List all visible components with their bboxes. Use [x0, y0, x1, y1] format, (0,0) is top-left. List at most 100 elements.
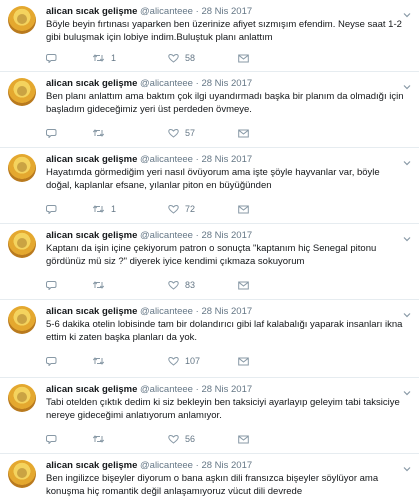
retweet-button[interactable] [92, 280, 150, 290]
direct-message-button[interactable] [238, 435, 258, 444]
direct-message-button[interactable] [238, 54, 258, 63]
separator: · [195, 306, 199, 317]
tweet-header: alican sıcak gelişme @alicanteee · 28 Ni… [46, 383, 413, 396]
retweet-button[interactable] [92, 434, 150, 444]
direct-message-button[interactable] [238, 281, 258, 290]
tweet[interactable]: alican sıcak gelişme @alicanteee · 28 Ni… [0, 72, 419, 148]
like-count: 58 [185, 53, 196, 63]
envelope-icon [238, 129, 249, 137]
avatar[interactable] [8, 6, 36, 34]
chevron-down-icon[interactable] [403, 230, 411, 242]
user-handle[interactable]: @alicanteee [140, 78, 193, 89]
heart-icon [168, 280, 179, 290]
user-handle[interactable]: @alicanteee [140, 6, 193, 17]
retweet-button[interactable]: 1 [92, 204, 150, 214]
tweet-text: Ben ingilizce bişeyler diyorum o bana aş… [46, 473, 379, 497]
avatar[interactable] [8, 306, 36, 334]
envelope-icon [238, 54, 249, 62]
chevron-down-icon[interactable] [403, 306, 411, 318]
tweet-date[interactable]: 28 Nis 2017 [201, 460, 252, 471]
tweet-date[interactable]: 28 Nis 2017 [201, 306, 252, 317]
tweet-actions: 57 [46, 127, 306, 139]
tweet-date[interactable]: 28 Nis 2017 [201, 154, 252, 165]
user-name[interactable]: alican sıcak gelişme [46, 6, 137, 17]
reply-button[interactable] [46, 434, 74, 444]
tweet-header: alican sıcak gelişme @alicanteee · 28 Ni… [46, 153, 413, 166]
like-button[interactable]: 58 [168, 53, 220, 63]
user-name[interactable]: alican sıcak gelişme [46, 154, 137, 165]
tweet-date[interactable]: 28 Nis 2017 [201, 78, 252, 89]
user-handle[interactable]: @alicanteee [140, 230, 193, 241]
tweet-header: alican sıcak gelişme @alicanteee · 28 Ni… [46, 77, 413, 90]
heart-icon [168, 356, 179, 366]
like-count: 72 [185, 204, 196, 214]
avatar[interactable] [8, 78, 36, 106]
tweet-text: Hayatımda görmediğim yeri nasıl övüyorum… [46, 167, 380, 191]
reply-button[interactable] [46, 204, 74, 214]
like-button[interactable]: 83 [168, 280, 220, 290]
envelope-icon [238, 205, 249, 213]
retweet-icon [92, 357, 105, 365]
avatar[interactable] [8, 154, 36, 182]
reply-button[interactable] [46, 280, 74, 290]
chevron-down-icon[interactable] [403, 460, 411, 472]
chevron-down-icon[interactable] [403, 78, 411, 90]
tweet-text: Böyle beyin fırtınası yaparken ben üzeri… [46, 19, 402, 43]
user-name[interactable]: alican sıcak gelişme [46, 384, 137, 395]
avatar[interactable] [8, 384, 36, 412]
envelope-icon [238, 281, 249, 289]
tweet-date[interactable]: 28 Nis 2017 [201, 230, 252, 241]
like-count: 107 [185, 356, 201, 366]
retweet-icon [92, 205, 105, 213]
chevron-down-icon[interactable] [403, 384, 411, 396]
direct-message-button[interactable] [238, 129, 258, 138]
like-button[interactable]: 57 [168, 128, 220, 138]
direct-message-button[interactable] [238, 205, 258, 214]
retweet-icon [92, 54, 105, 62]
user-handle[interactable]: @alicanteee [140, 384, 193, 395]
tweet[interactable]: alican sıcak gelişme @alicanteee · 28 Ni… [0, 224, 419, 300]
user-name[interactable]: alican sıcak gelişme [46, 460, 137, 471]
reply-button[interactable] [46, 356, 74, 366]
retweet-count: 1 [111, 53, 117, 63]
tweet[interactable]: alican sıcak gelişme @alicanteee · 28 Ni… [0, 300, 419, 378]
like-count: 56 [185, 434, 196, 444]
reply-button[interactable] [46, 128, 74, 138]
tweet[interactable]: alican sıcak gelişme @alicanteee · 28 Ni… [0, 378, 419, 454]
like-button[interactable]: 72 [168, 204, 220, 214]
heart-icon [168, 204, 179, 214]
tweet[interactable]: alican sıcak gelişme @alicanteee · 28 Ni… [0, 0, 419, 72]
avatar[interactable] [8, 460, 36, 488]
tweet[interactable]: alican sıcak gelişme @alicanteee · 28 Ni… [0, 454, 419, 500]
retweet-button[interactable] [92, 356, 150, 366]
chevron-down-icon[interactable] [403, 6, 411, 18]
retweet-icon [92, 281, 105, 289]
user-name[interactable]: alican sıcak gelişme [46, 306, 137, 317]
user-handle[interactable]: @alicanteee [140, 154, 193, 165]
avatar[interactable] [8, 230, 36, 258]
like-count: 57 [185, 128, 196, 138]
tweet-header: alican sıcak gelişme @alicanteee · 28 Ni… [46, 229, 413, 242]
chevron-down-icon[interactable] [403, 154, 411, 166]
envelope-icon [238, 357, 249, 365]
tweet-text: Ben planı anlattım ama baktım çok ilgi u… [46, 91, 404, 115]
heart-icon [168, 434, 179, 444]
user-handle[interactable]: @alicanteee [140, 306, 193, 317]
user-handle[interactable]: @alicanteee [140, 460, 193, 471]
like-button[interactable]: 107 [168, 356, 220, 366]
reply-icon [46, 54, 57, 63]
retweet-icon [92, 435, 105, 443]
tweet-date[interactable]: 28 Nis 2017 [201, 384, 252, 395]
separator: · [195, 460, 199, 471]
reply-button[interactable] [46, 53, 74, 63]
direct-message-button[interactable] [238, 357, 258, 366]
tweet[interactable]: alican sıcak gelişme @alicanteee · 28 Ni… [0, 148, 419, 224]
tweet-actions: 56 [46, 433, 306, 445]
user-name[interactable]: alican sıcak gelişme [46, 230, 137, 241]
tweet-actions: 83 [46, 279, 306, 291]
retweet-button[interactable]: 1 [92, 53, 150, 63]
tweet-date[interactable]: 28 Nis 2017 [201, 6, 252, 17]
retweet-button[interactable] [92, 128, 150, 138]
like-button[interactable]: 56 [168, 434, 220, 444]
user-name[interactable]: alican sıcak gelişme [46, 78, 137, 89]
